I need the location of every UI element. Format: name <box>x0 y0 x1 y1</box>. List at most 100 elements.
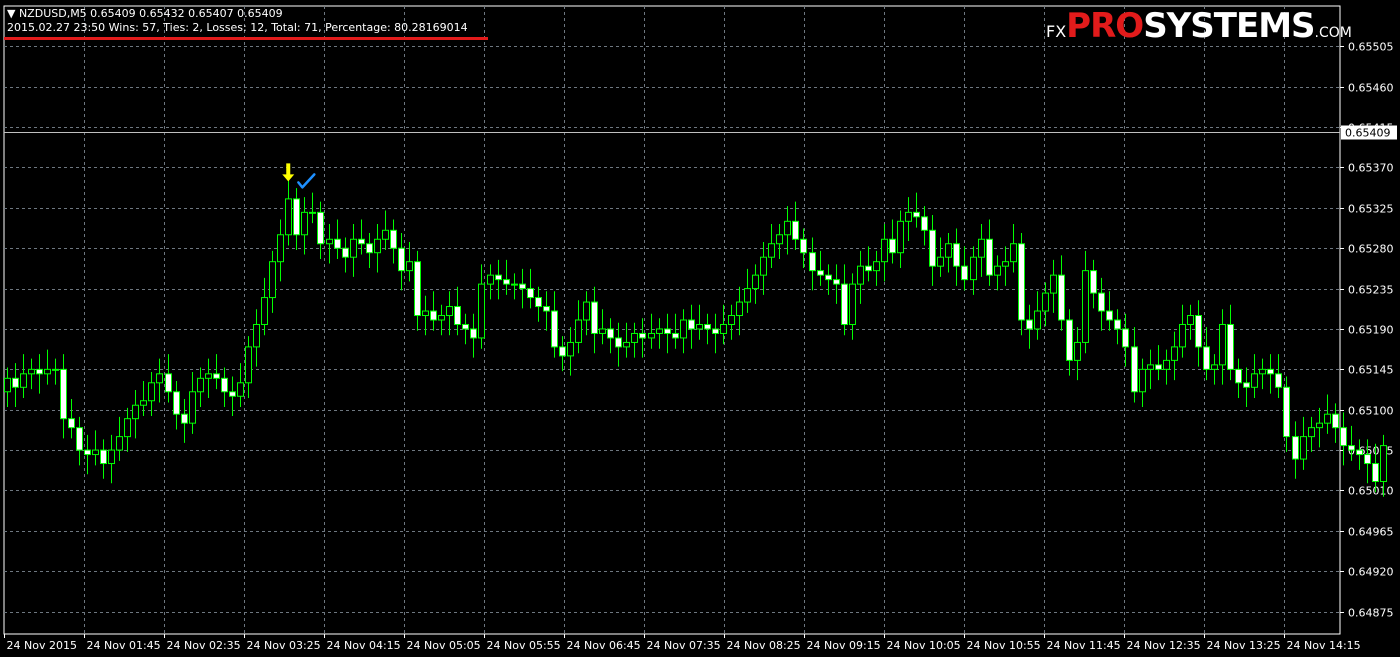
candle-body <box>905 211 912 222</box>
candle-body <box>1227 323 1234 370</box>
candle-body <box>897 220 904 254</box>
candle-body <box>1098 292 1105 312</box>
signal-arrow-down-icon <box>282 163 295 182</box>
x-tick-label: 24 Nov 11:45 <box>1047 639 1121 652</box>
candle-body <box>293 198 300 236</box>
candle-body <box>1324 413 1331 424</box>
candle-body <box>237 382 244 397</box>
logo-com: .COM <box>1314 25 1352 41</box>
plot-frame <box>3 5 1341 635</box>
candle-body <box>921 216 928 231</box>
candle-body <box>664 328 671 334</box>
candle-body <box>76 427 83 451</box>
candle-body <box>809 252 816 272</box>
candle-body <box>334 238 341 249</box>
candle-body <box>680 319 687 339</box>
candle-body <box>148 382 155 402</box>
y-tick-label: 0.65460 <box>1348 82 1394 95</box>
candle-body <box>92 449 99 456</box>
candle-body <box>1066 319 1073 361</box>
candle-body <box>704 323 711 330</box>
candle-body <box>615 337 622 348</box>
candle-body <box>800 238 807 254</box>
y-tick-label: 0.65100 <box>1348 405 1394 418</box>
candle-body <box>116 436 123 451</box>
candle-body <box>881 238 888 263</box>
price-chart[interactable]: 0.655050.654600.654150.653700.653250.652… <box>0 0 1400 657</box>
current-price-label: 0.65409 <box>1345 127 1391 140</box>
candle-body <box>1356 449 1363 456</box>
signal-check-icon <box>297 173 316 189</box>
candle-body <box>4 377 11 393</box>
candle-body <box>833 279 840 285</box>
symbol-header[interactable]: ▼ NZDUSD,M5 0.65409 0.65432 0.65407 0.65… <box>7 7 283 20</box>
candle-body <box>1219 323 1226 366</box>
candle-body <box>430 310 437 321</box>
candle-body <box>245 346 252 384</box>
candle-body <box>221 377 228 393</box>
candle-body <box>1179 323 1186 348</box>
candle-body <box>350 238 357 258</box>
candle-body <box>953 243 960 267</box>
candle-body <box>1372 463 1379 482</box>
candle-body <box>382 229 389 240</box>
candle-body <box>1106 310 1113 321</box>
candle-body <box>326 238 333 245</box>
candle-body <box>631 332 638 343</box>
candle-body <box>1010 243 1017 263</box>
candle-body <box>648 332 655 339</box>
candle-body <box>261 297 268 325</box>
candle-body <box>945 243 952 258</box>
candle-body <box>20 373 27 388</box>
candle-body <box>736 301 743 317</box>
candle-body <box>390 229 397 249</box>
candle-body <box>277 234 284 263</box>
candle-body <box>1034 310 1041 330</box>
candle-body <box>478 283 485 339</box>
y-tick-label: 0.65505 <box>1348 41 1394 54</box>
candle-body <box>1163 359 1170 370</box>
candle-body <box>60 368 67 420</box>
candle-body <box>454 306 461 325</box>
candle-body <box>720 323 727 334</box>
candle-body <box>1074 341 1081 361</box>
candle-body <box>656 328 663 334</box>
candle-body <box>527 288 534 299</box>
candle-body <box>12 377 19 388</box>
candle-body <box>358 238 365 245</box>
logo-fx: FX <box>1046 22 1067 41</box>
candle-body <box>978 238 985 258</box>
candle-body <box>913 211 920 218</box>
candle-body <box>1114 319 1121 330</box>
candle-body <box>1243 382 1250 388</box>
candle-body <box>1348 445 1355 451</box>
candle-body <box>317 211 324 245</box>
y-tick-label: 0.64875 <box>1348 607 1394 620</box>
candle-body <box>857 265 864 285</box>
candle-body <box>817 270 824 276</box>
x-tick-label: 24 Nov 06:45 <box>567 639 641 652</box>
candle-body <box>1195 315 1202 348</box>
candle-body <box>495 274 502 281</box>
y-tick-label: 0.64965 <box>1348 526 1394 539</box>
candle-body <box>961 265 968 281</box>
candle-body <box>229 391 236 397</box>
x-tick-label: 24 Nov 08:25 <box>727 639 801 652</box>
candle-body <box>776 234 783 245</box>
candle-body <box>929 229 936 267</box>
candle-body <box>1300 436 1307 460</box>
candle-body <box>205 373 212 379</box>
x-tick-label: 24 Nov 14:15 <box>1287 639 1361 652</box>
x-tick-label: 24 Nov 02:35 <box>167 639 241 652</box>
candle-body <box>889 238 896 254</box>
x-tick-label: 24 Nov 09:15 <box>807 639 881 652</box>
candle-body <box>825 274 832 281</box>
candle-body <box>1275 373 1282 388</box>
candle-body <box>712 328 719 334</box>
candle-body <box>1171 346 1178 361</box>
chart-canvas[interactable]: 0.655050.654600.654150.653700.653250.652… <box>0 0 1400 657</box>
candle-body <box>68 418 75 429</box>
candle-body <box>559 346 566 357</box>
x-tick-label: 24 Nov 05:05 <box>407 639 481 652</box>
candle-body <box>1122 328 1129 348</box>
